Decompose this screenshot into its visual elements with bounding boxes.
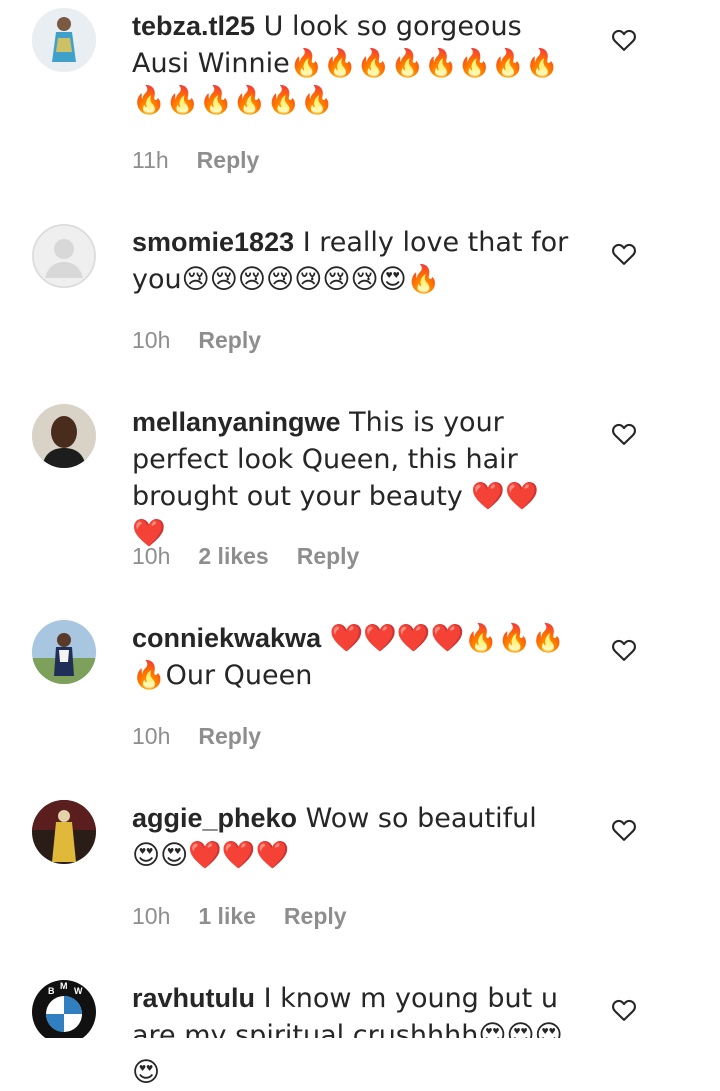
reply-button[interactable]: Reply — [198, 723, 261, 750]
avatar[interactable] — [32, 620, 96, 684]
comment-username[interactable]: mellanyaningwe — [132, 407, 341, 437]
comment-text: tebza.tl25 U look so gorgeous Ausi Winni… — [132, 8, 572, 119]
comment-meta: 11h Reply — [132, 147, 259, 174]
reply-button[interactable]: Reply — [297, 543, 360, 570]
svg-text:M: M — [60, 981, 68, 991]
avatar[interactable] — [32, 404, 96, 468]
heart-outline-icon — [612, 999, 636, 1021]
like-heart-button[interactable] — [610, 240, 638, 268]
profile-photo-icon — [32, 620, 96, 684]
comment-username[interactable]: smomie1823 — [132, 227, 294, 257]
avatar[interactable] — [32, 800, 96, 864]
avatar[interactable] — [32, 8, 96, 72]
like-heart-button[interactable] — [610, 996, 638, 1024]
reply-button[interactable]: Reply — [284, 903, 347, 930]
comment-text: conniekwakwa ❤️❤️❤️❤️🔥🔥🔥🔥Our Queen — [132, 620, 572, 694]
comment-likes[interactable]: 2 likes — [198, 543, 268, 570]
comment-time: 10h — [132, 723, 171, 749]
heart-outline-icon — [612, 639, 636, 661]
comment-text: ravhutulu I know m young but u are my sp… — [132, 980, 572, 1091]
comment-time: 11h — [132, 147, 169, 173]
comment-time: 10h — [132, 903, 171, 929]
heart-outline-icon — [612, 243, 636, 265]
reply-button[interactable]: Reply — [197, 147, 260, 174]
like-heart-button[interactable] — [610, 26, 638, 54]
reply-button[interactable]: Reply — [198, 327, 261, 354]
comment-likes[interactable]: 1 like — [198, 903, 256, 930]
comment-meta: 10h 1 like Reply — [132, 903, 347, 930]
svg-text:B: B — [48, 986, 55, 996]
heart-outline-icon — [612, 819, 636, 841]
comment-time: 10h — [132, 543, 171, 569]
comment-time: 10h — [132, 327, 171, 353]
comment-meta: 10h 2 likes Reply — [132, 543, 359, 570]
comment-text: aggie_pheko Wow so beautiful 😍😍❤️❤️❤️ — [132, 800, 572, 874]
avatar[interactable]: B M W — [32, 980, 96, 1044]
viewport-bottom-edge — [0, 1038, 720, 1052]
comment-meta: 10h Reply — [132, 327, 261, 354]
heart-outline-icon — [612, 29, 636, 51]
comment-text: smomie1823 I really love that for you😢😢😢… — [132, 224, 572, 298]
like-heart-button[interactable] — [610, 420, 638, 448]
svg-text:W: W — [74, 986, 83, 996]
bmw-logo-icon: B M W — [33, 981, 95, 1043]
comment-text: mellanyaningwe This is your perfect look… — [132, 404, 572, 552]
avatar[interactable] — [32, 224, 96, 288]
comment-username[interactable]: tebza.tl25 — [132, 11, 255, 41]
comment-username[interactable]: ravhutulu — [132, 983, 255, 1013]
like-heart-button[interactable] — [610, 816, 638, 844]
heart-outline-icon — [612, 423, 636, 445]
comment-meta: 10h Reply — [132, 723, 261, 750]
profile-photo-icon — [32, 8, 96, 72]
like-heart-button[interactable] — [610, 636, 638, 664]
profile-photo-icon — [32, 404, 96, 468]
profile-photo-icon — [32, 800, 96, 864]
default-avatar-icon — [32, 224, 96, 288]
comment-username[interactable]: conniekwakwa — [132, 623, 321, 653]
comment-username[interactable]: aggie_pheko — [132, 803, 297, 833]
